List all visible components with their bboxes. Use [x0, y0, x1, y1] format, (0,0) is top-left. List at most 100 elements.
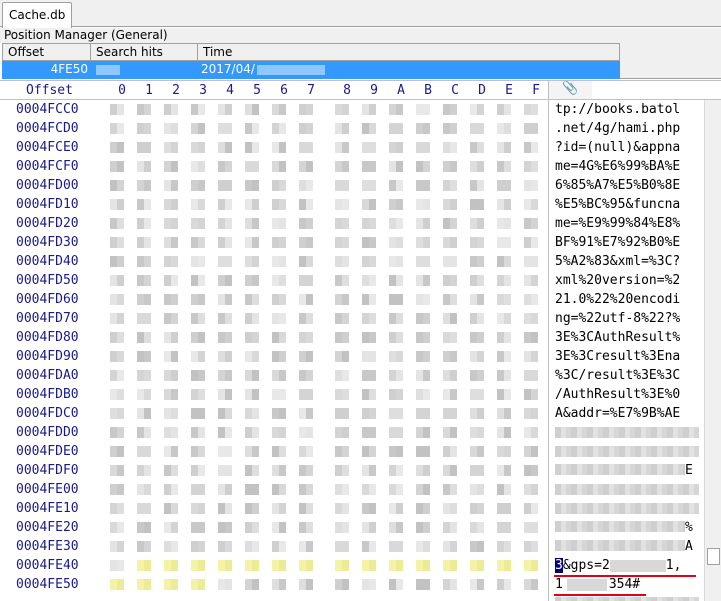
- redacted-byte: [335, 389, 349, 400]
- redacted-byte: [164, 218, 178, 229]
- redacted-byte: [416, 313, 430, 324]
- redacted-byte: [416, 275, 430, 286]
- redacted-byte: [218, 180, 232, 191]
- text-line: me=%E9%99%84%E8%: [555, 216, 681, 231]
- column-search-hits[interactable]: Search hits: [91, 44, 198, 60]
- redacted-byte: [164, 199, 178, 210]
- redacted-byte: [335, 446, 349, 457]
- tab-cache-db[interactable]: Cache.db: [2, 2, 72, 28]
- redacted-byte: [137, 408, 151, 419]
- vertical-scrollbar[interactable]: [704, 100, 721, 601]
- redacted-byte: [245, 142, 259, 153]
- redacted-byte: [416, 465, 430, 476]
- redacted-byte: [389, 503, 403, 514]
- redacted-byte: [470, 465, 484, 476]
- redacted-byte: [443, 446, 457, 457]
- redacted-byte: [443, 465, 457, 476]
- redacted-byte: [272, 465, 286, 476]
- redacted-byte: [245, 389, 259, 400]
- redacted-byte: [272, 351, 286, 362]
- redacted-byte: [362, 161, 376, 172]
- hex-col-c: C: [451, 83, 459, 98]
- redacted-byte: [110, 237, 124, 248]
- redacted-byte: [299, 351, 313, 362]
- redacted-byte: [443, 541, 457, 552]
- redacted-byte: [335, 541, 349, 552]
- text-line-fe20: %: [555, 518, 703, 537]
- redacted-byte: [335, 313, 349, 324]
- text-line: 5%A2%83&xml=%3C?: [555, 254, 681, 269]
- redacted-byte: [191, 142, 205, 153]
- text-pane[interactable]: E % A 3&gps=2 1, 1 354# tp://books.batol .n…: [549, 100, 704, 601]
- redacted-byte: [470, 370, 484, 381]
- hex-col-8: 8: [343, 83, 351, 98]
- redacted-byte: [191, 427, 205, 438]
- redacted-byte: [110, 389, 124, 400]
- redacted-byte: [389, 408, 403, 419]
- redacted-byte: [362, 389, 376, 400]
- redacted-byte: [191, 370, 205, 381]
- row-offset-label: 0004FDE0: [16, 444, 79, 459]
- redacted-byte: [524, 484, 538, 495]
- redacted-byte: [137, 427, 151, 438]
- redacted-byte: [497, 389, 511, 400]
- row-offset: 4FE50: [50, 62, 88, 76]
- redacted-byte: [218, 427, 232, 438]
- redacted-byte: [416, 294, 430, 305]
- row-offset-label: 0004FE10: [16, 501, 79, 516]
- redacted-byte: [335, 123, 349, 134]
- redacted-byte: [416, 408, 430, 419]
- redacted-byte: [416, 351, 430, 362]
- hex-row: 0004FD20: [0, 214, 548, 233]
- position-manager-row[interactable]: 4FE50 2017/04/: [2, 61, 620, 79]
- redacted-byte: [389, 218, 403, 229]
- text-line-fdf0: E: [555, 461, 703, 480]
- text-line: .net/4g/hami.php: [555, 121, 681, 136]
- row-offset-label: 0004FDF0: [16, 463, 79, 478]
- hex-row: 0004FDF0: [0, 461, 548, 480]
- redacted-byte: [164, 408, 178, 419]
- redacted-byte: [137, 579, 151, 590]
- redacted-byte: [470, 560, 484, 571]
- paperclip-icon[interactable]: 📎: [548, 81, 592, 99]
- hex-row: 0004FD70: [0, 309, 548, 328]
- redacted-byte: [416, 256, 430, 267]
- redacted-byte: [524, 579, 538, 590]
- redacted-byte: [299, 465, 313, 476]
- redacted-byte: [470, 199, 484, 210]
- redacted-byte: [299, 484, 313, 495]
- redacted-byte: [191, 256, 205, 267]
- redacted-byte: [443, 522, 457, 533]
- redacted-byte: [245, 427, 259, 438]
- redacted-byte: [335, 104, 349, 115]
- redacted-byte: [272, 199, 286, 210]
- hex-col-1: 1: [145, 83, 153, 98]
- redacted-byte: [497, 370, 511, 381]
- text-line: ?id=(null)&appna: [555, 140, 681, 155]
- text-fe20-tail: %: [685, 520, 693, 535]
- text-line-fe50: 1 354#: [555, 575, 703, 594]
- hex-row: 0004FDD0: [0, 423, 548, 442]
- hex-row: 0004FCF0: [0, 157, 548, 176]
- redacted-byte: [335, 370, 349, 381]
- redacted-byte: [299, 389, 313, 400]
- redacted-byte: [245, 104, 259, 115]
- column-offset[interactable]: Offset: [3, 44, 91, 60]
- redacted-byte: [416, 180, 430, 191]
- redacted-byte: [272, 275, 286, 286]
- column-time[interactable]: Time: [198, 44, 619, 60]
- scrollbar-thumb[interactable]: [707, 548, 720, 565]
- redacted-byte: [335, 218, 349, 229]
- redacted-byte: [137, 503, 151, 514]
- redacted-byte: [110, 313, 124, 324]
- text-line: BF%91%E7%92%B0%E: [555, 235, 681, 250]
- redacted-byte: [443, 389, 457, 400]
- redacted-byte: [443, 370, 457, 381]
- redacted-gps: [566, 578, 607, 591]
- redacted-byte: [191, 199, 205, 210]
- redacted-byte: [299, 370, 313, 381]
- redacted-byte: [389, 123, 403, 134]
- redacted-byte: [524, 199, 538, 210]
- redacted-byte: [335, 351, 349, 362]
- redacted-gps: [609, 559, 666, 572]
